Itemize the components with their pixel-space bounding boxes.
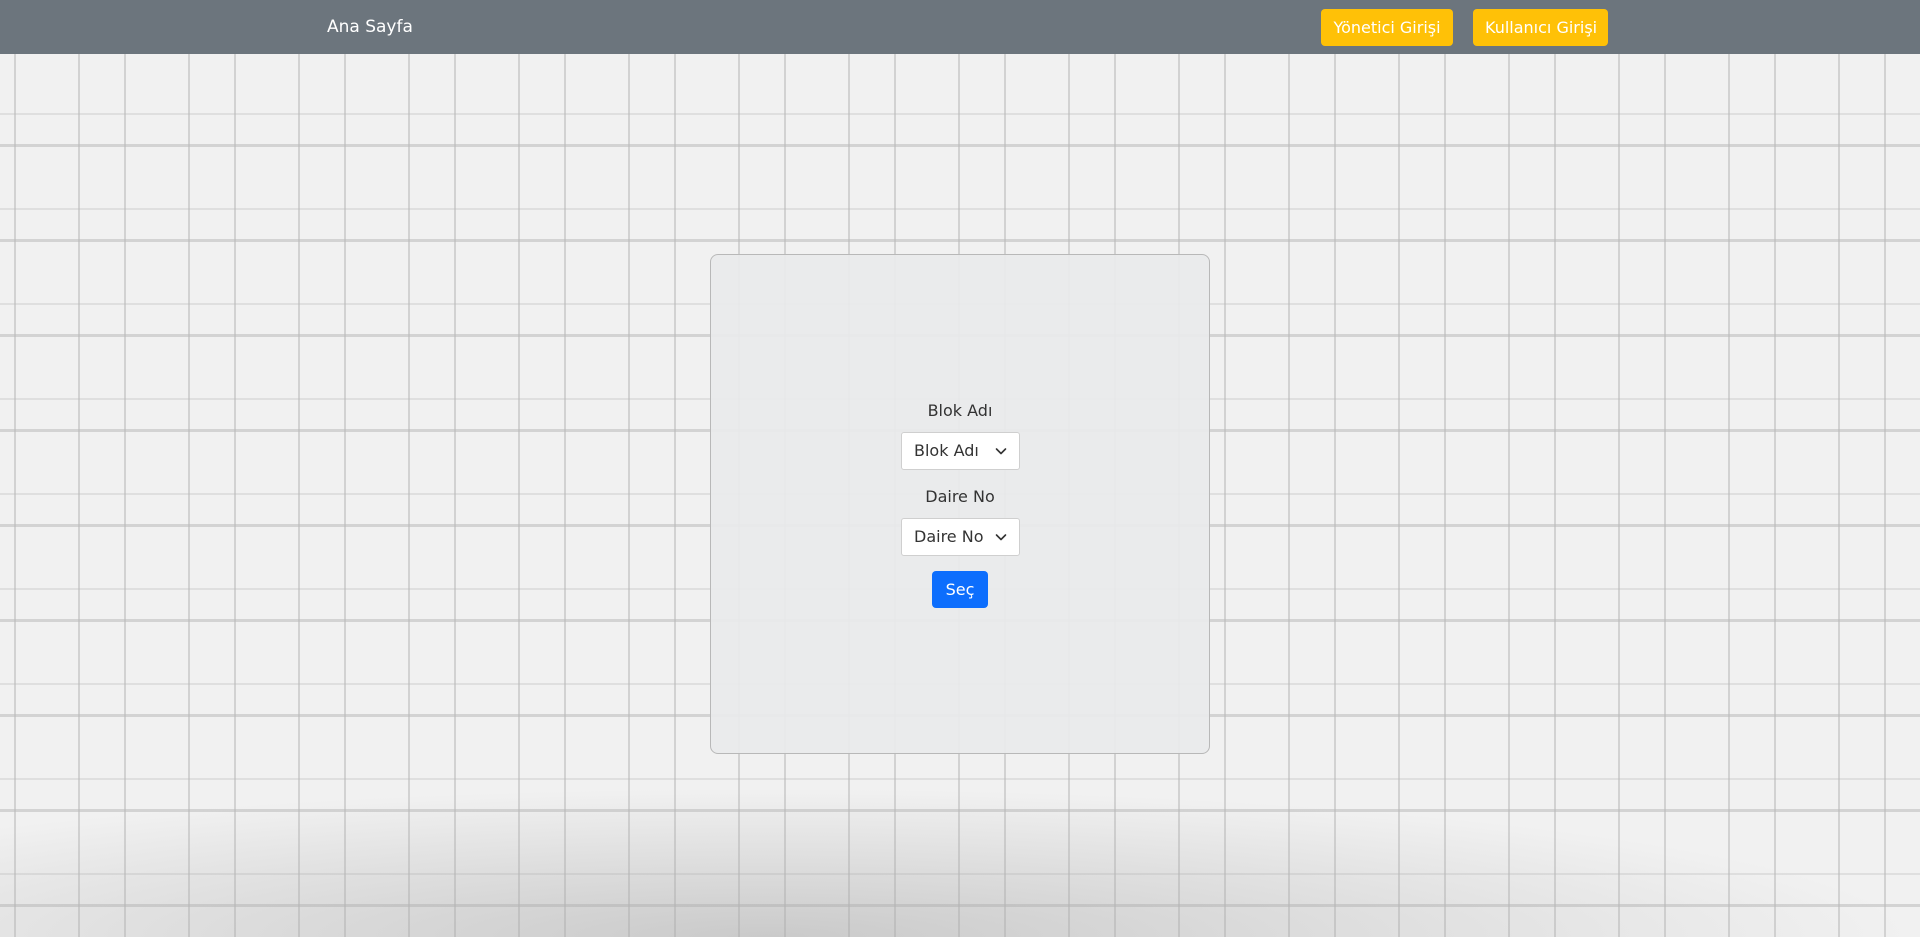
chevron-down-icon	[995, 448, 1007, 455]
block-name-select-value: Blok Adı	[914, 441, 979, 460]
selection-card: Blok Adı Blok Adı Daire No Daire No Seç	[710, 254, 1210, 754]
admin-login-button[interactable]: Yönetici Girişi	[1321, 9, 1453, 46]
block-name-label: Blok Adı	[927, 401, 993, 420]
user-login-button[interactable]: Kullanıcı Girişi	[1473, 9, 1608, 46]
block-name-select[interactable]: Blok Adı	[901, 432, 1020, 470]
home-link[interactable]: Ana Sayfa	[327, 0, 413, 54]
select-submit-button[interactable]: Seç	[932, 571, 988, 608]
flat-number-select-value: Daire No	[914, 527, 984, 546]
flat-number-select[interactable]: Daire No	[901, 518, 1020, 556]
flat-number-label: Daire No	[925, 487, 995, 506]
chevron-down-icon	[995, 534, 1007, 541]
top-navbar: Ana Sayfa Yönetici Girişi Kullanıcı Giri…	[0, 0, 1920, 54]
